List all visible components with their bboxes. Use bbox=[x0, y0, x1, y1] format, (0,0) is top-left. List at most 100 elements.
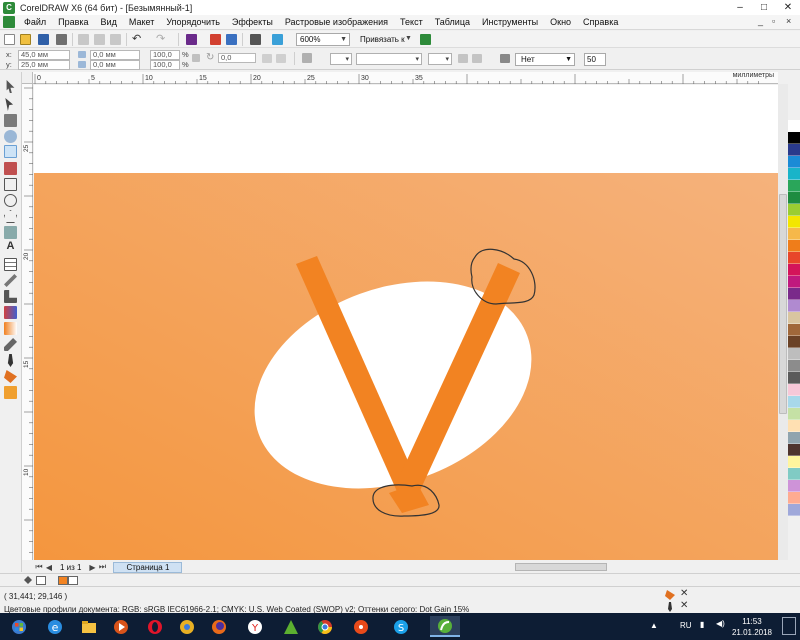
taskbar-explorer[interactable] bbox=[74, 616, 104, 637]
horizontal-ruler[interactable]: 0 5 10 15 20 25 30 35 миллиметры bbox=[22, 72, 778, 84]
clock[interactable]: 11:53 21.01.2018 bbox=[732, 616, 772, 638]
x-position-field[interactable]: 45,0 мм bbox=[18, 50, 70, 60]
smoothing-field[interactable]: 50 bbox=[584, 53, 606, 66]
volume-icon[interactable]: ◀) bbox=[716, 619, 725, 628]
taskbar-chrome-app[interactable] bbox=[172, 616, 202, 637]
vertical-ruler[interactable]: 25 20 15 10 bbox=[22, 84, 33, 560]
palette-swatch[interactable] bbox=[788, 192, 800, 204]
line-style-icon[interactable] bbox=[302, 53, 312, 63]
prev-page-button[interactable]: ◀ bbox=[44, 563, 54, 572]
palette-options-icon[interactable] bbox=[24, 576, 32, 584]
blend-icon[interactable] bbox=[4, 306, 17, 319]
menu-arrange[interactable]: Упорядочить bbox=[160, 17, 226, 27]
save-icon[interactable] bbox=[38, 34, 49, 45]
export-icon[interactable] bbox=[226, 34, 237, 45]
taskbar-torrent[interactable] bbox=[276, 616, 306, 637]
notification-icon[interactable] bbox=[782, 617, 796, 635]
close-button[interactable]: ✕ bbox=[776, 0, 800, 15]
doc-minimize-button[interactable]: _ bbox=[758, 16, 763, 26]
palette-swatch[interactable] bbox=[788, 372, 800, 384]
palette-swatch[interactable] bbox=[788, 384, 800, 396]
menu-view[interactable]: Вид bbox=[95, 17, 123, 27]
menu-tools[interactable]: Инструменты bbox=[476, 17, 544, 27]
undo-icon[interactable]: ↶ bbox=[132, 34, 143, 45]
menu-bitmaps[interactable]: Растровые изображения bbox=[279, 17, 394, 27]
wrap-text-icon[interactable] bbox=[472, 54, 482, 63]
height-field[interactable]: 0,0 мм bbox=[90, 60, 140, 70]
eyedropper-swatch-icon[interactable] bbox=[36, 576, 46, 585]
palette-swatch[interactable] bbox=[788, 132, 800, 144]
menu-file[interactable]: Файл bbox=[18, 17, 52, 27]
rotation-field[interactable]: 0,0 bbox=[218, 53, 256, 63]
menu-window[interactable]: Окно bbox=[544, 17, 577, 27]
palette-swatch[interactable] bbox=[788, 144, 800, 156]
taskbar-media[interactable] bbox=[106, 616, 136, 637]
scale-height-field[interactable]: 100,0 bbox=[150, 60, 180, 70]
palette-swatch[interactable] bbox=[788, 276, 800, 288]
basic-shapes-icon[interactable] bbox=[4, 226, 17, 239]
outline-status-icon[interactable] bbox=[668, 602, 672, 612]
palette-swatch[interactable] bbox=[788, 348, 800, 360]
polygon-tool-icon[interactable] bbox=[4, 210, 17, 223]
palette-swatch[interactable] bbox=[788, 120, 800, 132]
palette-swatch[interactable] bbox=[788, 240, 800, 252]
menu-effects[interactable]: Эффекты bbox=[226, 17, 279, 27]
palette-swatch[interactable] bbox=[788, 432, 800, 444]
fill-icon[interactable] bbox=[4, 370, 17, 383]
palette-swatch[interactable] bbox=[788, 324, 800, 336]
first-page-button[interactable]: ⏮ bbox=[34, 562, 44, 572]
transparency-icon[interactable] bbox=[4, 322, 17, 335]
network-icon[interactable]: ▮ bbox=[700, 620, 704, 629]
pick-tool-icon[interactable] bbox=[6, 80, 15, 93]
import-icon[interactable] bbox=[210, 34, 221, 45]
start-arrow-dropdown[interactable]: ▾ bbox=[330, 53, 352, 65]
drawing-canvas[interactable] bbox=[34, 85, 778, 560]
taskbar-opera[interactable] bbox=[140, 616, 170, 637]
line-style-dropdown[interactable]: ▾ bbox=[356, 53, 422, 65]
parallel-dimension-icon[interactable] bbox=[4, 274, 17, 287]
zoom-tool-icon[interactable] bbox=[4, 130, 17, 143]
taskbar-film[interactable] bbox=[346, 616, 376, 637]
tray-chevron-icon[interactable]: ▲ bbox=[650, 621, 658, 630]
table-tool-icon[interactable] bbox=[4, 258, 17, 271]
menu-table[interactable]: Таблица bbox=[429, 17, 476, 27]
open-folder-icon[interactable] bbox=[20, 34, 31, 45]
palette-swatch[interactable] bbox=[788, 264, 800, 276]
palette-swatch[interactable] bbox=[788, 408, 800, 420]
outline-pen-icon[interactable] bbox=[7, 354, 14, 367]
horizontal-scroll-thumb[interactable] bbox=[515, 563, 607, 571]
palette-swatch[interactable] bbox=[788, 444, 800, 456]
palette-swatch[interactable] bbox=[788, 180, 800, 192]
outline-width-dropdown[interactable]: Нет ▼ bbox=[515, 53, 575, 66]
palette-swatch[interactable] bbox=[788, 360, 800, 372]
white-swatch[interactable] bbox=[68, 576, 78, 585]
vertical-scrollbar[interactable] bbox=[778, 84, 788, 560]
publish-pdf-icon[interactable] bbox=[250, 34, 261, 45]
lock-ratio-icon[interactable] bbox=[192, 54, 200, 62]
width-field[interactable]: 0,0 мм bbox=[90, 50, 140, 60]
taskbar-ie[interactable]: e bbox=[40, 616, 70, 637]
print-icon[interactable] bbox=[56, 34, 67, 45]
palette-swatch[interactable] bbox=[788, 216, 800, 228]
redo-icon[interactable]: ↷ bbox=[156, 34, 167, 45]
palette-swatch[interactable] bbox=[788, 504, 800, 516]
palette-swatch[interactable] bbox=[788, 480, 800, 492]
smart-fill-icon[interactable] bbox=[4, 386, 17, 399]
palette-swatch[interactable] bbox=[788, 288, 800, 300]
ellipse-tool-icon[interactable] bbox=[4, 194, 17, 207]
drawing-area[interactable] bbox=[34, 85, 778, 560]
mirror-horizontal-icon[interactable] bbox=[262, 54, 272, 63]
copy-icon[interactable] bbox=[94, 34, 105, 45]
snap-to-button[interactable]: Привязать к bbox=[360, 35, 405, 44]
palette-swatch[interactable] bbox=[788, 396, 800, 408]
palette-swatch[interactable] bbox=[788, 228, 800, 240]
paste-icon[interactable] bbox=[110, 34, 121, 45]
text-tool-icon[interactable]: A bbox=[4, 240, 17, 253]
menu-edit[interactable]: Правка bbox=[52, 17, 94, 27]
options-icon[interactable] bbox=[420, 34, 431, 45]
page-tab[interactable]: Страница 1 bbox=[113, 561, 183, 573]
artistic-media-icon[interactable] bbox=[4, 162, 17, 175]
start-button[interactable] bbox=[4, 616, 34, 637]
menu-help[interactable]: Справка bbox=[577, 17, 624, 27]
taskbar-yandex[interactable]: Y bbox=[240, 616, 270, 637]
